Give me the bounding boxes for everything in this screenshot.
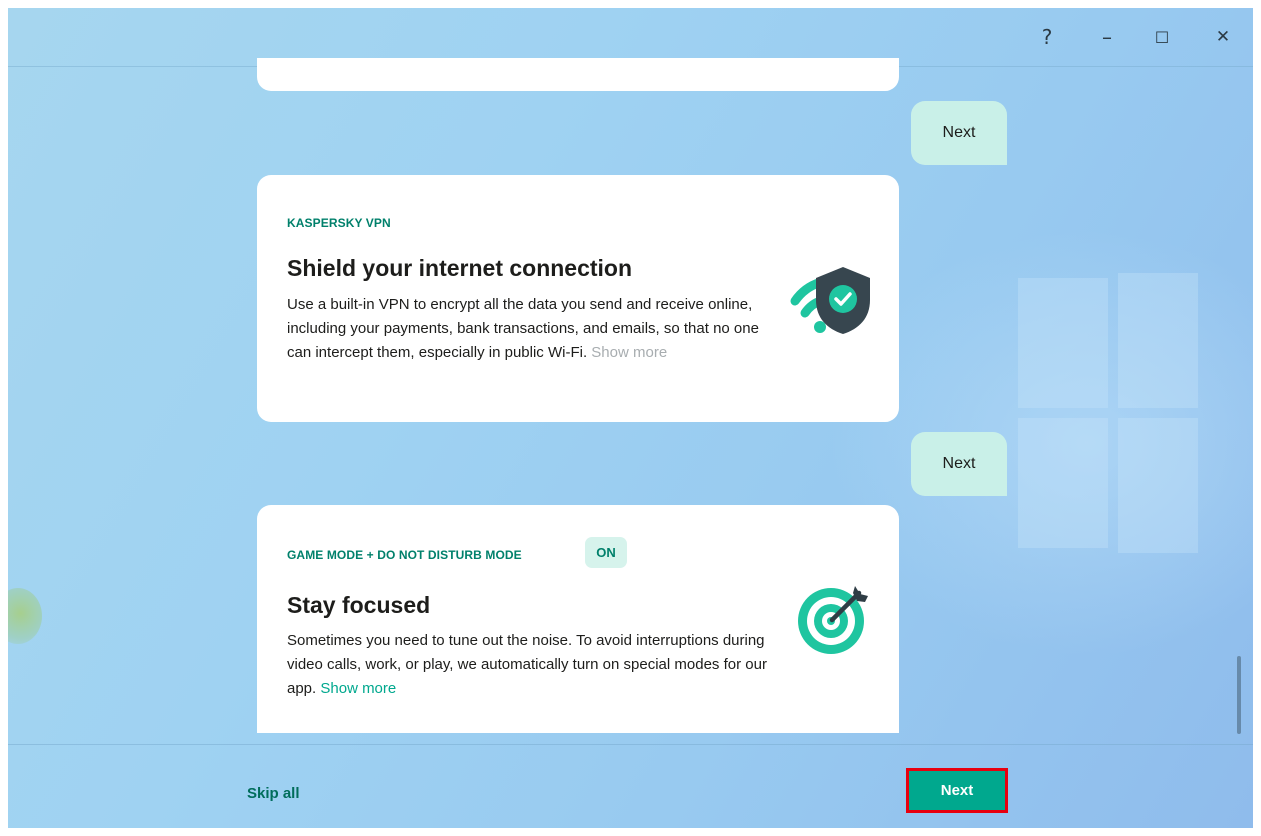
skip-all-link[interactable]: Skip all <box>247 785 300 802</box>
background-pane <box>1118 273 1198 408</box>
close-icon: ✕ <box>1215 27 1231 47</box>
status-badge: ON <box>585 537 627 568</box>
target-icon <box>795 581 873 662</box>
close-button[interactable]: ✕ <box>1207 22 1239 52</box>
app-window: ? – ☐ ✕ Next KASPERSKY VPN Shield your i… <box>8 8 1253 828</box>
background-blob <box>8 588 42 644</box>
maximize-icon: ☐ <box>1154 27 1170 47</box>
background-pane <box>1018 278 1108 408</box>
feature-description-text: Use a built-in VPN to encrypt all the da… <box>287 296 759 361</box>
feature-title: Shield your internet connection <box>287 255 633 281</box>
help-icon: ? <box>1041 25 1053 49</box>
previous-feature-card <box>257 58 899 91</box>
vpn-feature-card: KASPERSKY VPN Shield your internet conne… <box>257 175 899 422</box>
feature-description: Sometimes you need to tune out the noise… <box>287 629 777 701</box>
feature-title: Stay focused <box>287 592 431 618</box>
wifi-shield-icon <box>787 263 875 340</box>
minimize-icon: – <box>1102 25 1112 49</box>
next-button[interactable]: Next <box>906 768 1008 813</box>
show-more-link[interactable]: Show more <box>591 344 667 361</box>
help-button[interactable]: ? <box>1031 22 1063 52</box>
background-pane <box>1018 418 1108 548</box>
reply-bubble-next: Next <box>911 101 1007 165</box>
feature-eyebrow: GAME MODE + DO NOT DISTURB MODE <box>287 548 522 562</box>
show-more-link[interactable]: Show more <box>320 680 396 697</box>
background-pane <box>1118 418 1198 553</box>
maximize-button[interactable]: ☐ <box>1146 22 1178 52</box>
reply-bubble-next: Next <box>911 432 1007 496</box>
feature-eyebrow: KASPERSKY VPN <box>287 216 391 230</box>
minimize-button[interactable]: – <box>1091 22 1123 52</box>
game-mode-feature-card: GAME MODE + DO NOT DISTURB MODE ON Stay … <box>257 505 899 733</box>
feature-description: Use a built-in VPN to encrypt all the da… <box>287 293 777 365</box>
scrollbar[interactable] <box>1237 656 1241 734</box>
footer-bar: Skip all Next <box>8 744 1253 828</box>
